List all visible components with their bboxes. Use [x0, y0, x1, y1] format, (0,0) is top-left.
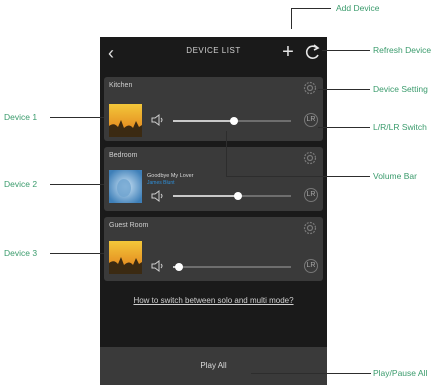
album-art	[109, 170, 142, 203]
device-name: Bedroom	[109, 152, 138, 159]
play-all-button[interactable]: Play All	[100, 347, 327, 385]
album-art	[109, 104, 142, 137]
speaker-icon	[151, 190, 163, 202]
callout-line	[322, 50, 370, 51]
speaker-icon	[151, 260, 163, 272]
volume-fill	[173, 120, 235, 122]
add-device-button[interactable]: +	[280, 41, 296, 63]
callout-lr-switch: L/R/LR Switch	[373, 122, 427, 132]
device-card-bedroom[interactable]: Bedroom Goodbye My Lover James Blunt LR	[104, 147, 323, 211]
volume-knob[interactable]	[233, 192, 242, 200]
callout-device-1: Device 1	[4, 112, 38, 122]
callout-line	[318, 89, 370, 90]
callout-device-3: Device 3	[4, 248, 38, 258]
volume-fill	[173, 195, 238, 197]
callout-play-pause-all: Play/Pause All	[373, 368, 428, 378]
gear-icon[interactable]	[303, 221, 317, 235]
callout-line	[226, 131, 227, 177]
callout-line	[50, 117, 104, 118]
callout-line	[291, 8, 292, 29]
gear-icon[interactable]	[303, 151, 317, 165]
lr-switch-button[interactable]: LR	[304, 259, 318, 273]
device-name: Guest Room	[109, 222, 149, 229]
refresh-icon[interactable]	[305, 43, 321, 61]
gear-icon[interactable]	[303, 81, 317, 95]
lr-switch-button[interactable]: LR	[304, 113, 318, 127]
callout-add-device: Add Device	[336, 3, 380, 13]
track-title: Goodbye My Lover	[147, 173, 194, 179]
callout-line	[291, 8, 331, 9]
callout-refresh-device: Refresh Device	[373, 45, 432, 55]
device-name: Kitchen	[109, 82, 133, 89]
phone-screen: ‹ DEVICE LIST + Kitchen LR Bedroom Goodb…	[100, 37, 327, 385]
callout-line	[251, 373, 371, 374]
solo-multi-help-link[interactable]: How to switch between solo and multi mod…	[100, 296, 327, 305]
volume-slider[interactable]	[173, 192, 291, 200]
callout-device-2: Device 2	[4, 179, 38, 189]
volume-knob[interactable]	[174, 263, 183, 271]
speaker-icon	[151, 114, 163, 126]
track-artist: James Blunt	[147, 180, 175, 186]
device-card-guest-room[interactable]: Guest Room LR	[104, 217, 323, 281]
callout-line	[226, 176, 370, 177]
callout-line	[318, 127, 370, 128]
volume-slider[interactable]	[173, 117, 291, 125]
album-art	[109, 241, 142, 274]
lr-switch-button[interactable]: LR	[304, 188, 318, 202]
callout-line	[50, 184, 104, 185]
header: ‹ DEVICE LIST +	[100, 37, 327, 69]
callout-device-setting: Device Setting	[373, 84, 428, 94]
volume-slider[interactable]	[173, 263, 291, 271]
volume-knob[interactable]	[230, 117, 239, 125]
callout-volume-bar: Volume Bar	[373, 171, 417, 181]
device-card-kitchen[interactable]: Kitchen LR	[104, 77, 323, 141]
callout-line	[50, 253, 104, 254]
